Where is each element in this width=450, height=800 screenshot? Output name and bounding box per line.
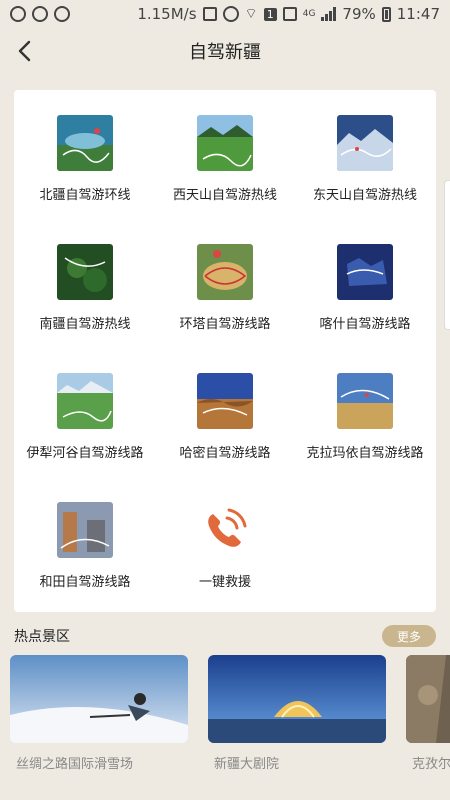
route-map-thumbnail	[337, 373, 393, 429]
scenic-card[interactable]: 新疆大剧院	[208, 655, 386, 772]
route-map-thumbnail	[57, 244, 113, 300]
route-item-east-tianshan[interactable]: 东天山自驾游热线	[295, 90, 435, 219]
emergency-rescue-button[interactable]: 一键救援	[155, 477, 295, 606]
scenic-name: 克孜尔	[412, 757, 450, 772]
route-map-thumbnail	[57, 373, 113, 429]
route-label: 喀什自驾游线路	[319, 317, 411, 332]
route-map-thumbnail	[57, 502, 113, 558]
scenic-card[interactable]: 丝绸之路国际滑雪场	[10, 655, 188, 772]
route-label: 克拉玛依自驾游线路	[306, 446, 424, 461]
route-item-north[interactable]: 北疆自驾游环线	[15, 90, 155, 219]
route-item-ili[interactable]: 伊犁河谷自驾游线路	[15, 348, 155, 477]
route-grid: 北疆自驾游环线 西天山自驾游热线 东天山自驾游热线 南疆自驾游热线 环塔自驾游线	[14, 90, 436, 606]
route-map-thumbnail	[57, 115, 113, 171]
route-item-taklamakan[interactable]: 环塔自驾游线路	[155, 219, 295, 348]
hot-section-header: 热点景区 更多	[14, 624, 436, 648]
battery-icon	[381, 6, 391, 22]
signal-icon	[321, 7, 337, 21]
more-button[interactable]: 更多	[382, 625, 436, 647]
wifi-icon: ⌔	[244, 6, 258, 22]
scroll-handle[interactable]	[444, 180, 450, 330]
status-left	[10, 6, 70, 22]
alarm-clock-icon	[222, 6, 239, 22]
route-label: 东天山自驾游热线	[312, 188, 417, 203]
route-label: 南疆自驾游热线	[39, 317, 131, 332]
app-status-icon	[10, 6, 26, 22]
route-label: 环塔自驾游线路	[179, 317, 271, 332]
network-type: 4G	[302, 9, 316, 19]
phone-icon	[197, 502, 253, 558]
route-item-south[interactable]: 南疆自驾游热线	[15, 219, 155, 348]
scenic-carousel[interactable]: 丝绸之路国际滑雪场 新疆大剧院 克孜尔	[0, 655, 450, 785]
status-right: 1.15M/s ⌔ 1 4G 79% 11:47	[137, 5, 440, 23]
route-label: 西天山自驾游热线	[172, 188, 277, 203]
route-item-hami[interactable]: 哈密自驾游线路	[155, 348, 295, 477]
route-item-west-tianshan[interactable]: 西天山自驾游热线	[155, 90, 295, 219]
route-map-thumbnail	[197, 244, 253, 300]
scenic-card[interactable]: 克孜尔	[406, 655, 450, 772]
route-label: 一键救援	[198, 575, 251, 590]
route-map-thumbnail	[197, 115, 253, 171]
route-label: 和田自驾游线路	[39, 575, 131, 590]
scenic-name: 丝绸之路国际滑雪场	[16, 757, 134, 772]
back-button[interactable]	[10, 36, 40, 66]
section-title: 热点景区	[14, 629, 70, 645]
nfc-icon	[202, 7, 217, 21]
scenic-image	[10, 655, 188, 743]
notification-badge: 1	[263, 7, 277, 21]
status-bar: 1.15M/s ⌔ 1 4G 79% 11:47	[0, 0, 450, 28]
scenic-image	[406, 655, 450, 743]
route-map-thumbnail	[197, 373, 253, 429]
scenic-name: 新疆大剧院	[214, 757, 280, 772]
route-label: 哈密自驾游线路	[179, 446, 271, 461]
page-title: 自驾新疆	[189, 42, 261, 63]
route-item-kashgar[interactable]: 喀什自驾游线路	[295, 219, 435, 348]
sim-signal-icon	[282, 7, 297, 21]
speedometer-icon	[32, 6, 48, 22]
battery-percent: 79%	[342, 5, 376, 23]
route-map-thumbnail	[337, 115, 393, 171]
route-map-thumbnail	[337, 244, 393, 300]
header: 自驾新疆	[0, 28, 450, 74]
alarm-icon	[54, 6, 70, 22]
route-card: 北疆自驾游环线 西天山自驾游热线 东天山自驾游热线 南疆自驾游热线 环塔自驾游线	[14, 90, 436, 612]
network-speed: 1.15M/s	[137, 5, 197, 23]
route-label: 北疆自驾游环线	[39, 188, 131, 203]
route-label: 伊犁河谷自驾游线路	[26, 446, 144, 461]
clock: 11:47	[396, 5, 440, 23]
route-item-karamay[interactable]: 克拉玛依自驾游线路	[295, 348, 435, 477]
scenic-image	[208, 655, 386, 743]
chevron-left-icon	[18, 40, 31, 62]
route-item-hotan[interactable]: 和田自驾游线路	[15, 477, 155, 606]
